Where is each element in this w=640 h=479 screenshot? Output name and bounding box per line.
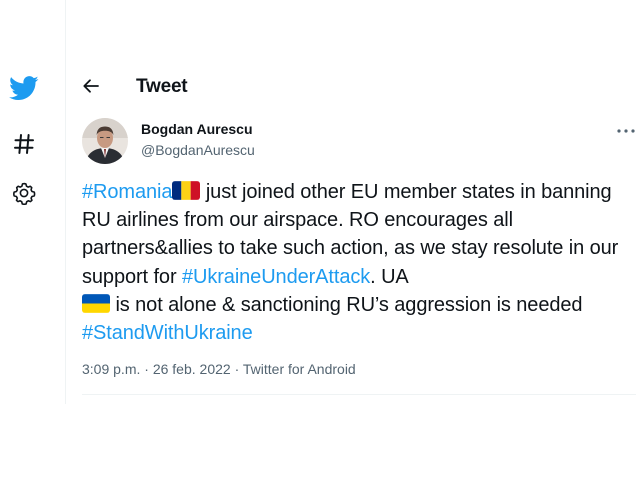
hashtag-icon [12, 132, 36, 156]
tweet-metadata: 3:09 p.m. · 26 feb. 2022 · Twitter for A… [82, 361, 356, 377]
tweet-text-part-2: . UA [370, 265, 409, 288]
hashtag-link-romania[interactable]: #Romania [82, 181, 172, 203]
romania-flag-icon [172, 181, 201, 200]
settings-button[interactable] [6, 175, 42, 211]
more-options-button[interactable] [612, 119, 640, 139]
tweet-time[interactable]: 3:09 p.m. [82, 361, 140, 377]
divider [82, 394, 636, 395]
tweet-date[interactable]: 26 feb. 2022 [153, 361, 231, 377]
back-button[interactable] [76, 70, 106, 106]
gear-icon [12, 181, 36, 205]
hashtag-link-stand-with-ukraine[interactable]: #StandWithUkraine [82, 322, 253, 344]
ukraine-flag-icon [82, 293, 110, 313]
explore-button[interactable] [6, 126, 42, 162]
twitter-logo-button[interactable] [6, 70, 42, 106]
author-name[interactable]: Bogdan Aurescu [141, 121, 253, 137]
back-arrow-icon [81, 76, 101, 101]
tweet-text-part-3: is not alone & sanctioning RU’s aggressi… [110, 293, 583, 316]
author-handle[interactable]: @BogdanAurescu [141, 142, 255, 158]
tweet-column: Tweet Bogdan Aurescu @BogdanAurescu #Rom… [66, 0, 640, 404]
hashtag-link-ukraine-under-attack[interactable]: #UkraineUnderAttack [182, 266, 370, 288]
sidebar-nav [0, 0, 66, 404]
tweet-page: Tweet Bogdan Aurescu @BogdanAurescu #Rom… [0, 0, 640, 479]
tweet-text: #Romania just joined other EU member sta… [82, 178, 638, 347]
meta-separator: · [144, 361, 149, 377]
avatar[interactable] [82, 118, 128, 164]
more-dots-icon [617, 120, 635, 138]
twitter-bird-icon [9, 75, 39, 101]
page-title: Tweet [136, 76, 188, 97]
tweet-source[interactable]: Twitter for Android [243, 361, 356, 377]
page-header: Tweet [66, 68, 640, 108]
meta-separator: · [234, 361, 240, 377]
